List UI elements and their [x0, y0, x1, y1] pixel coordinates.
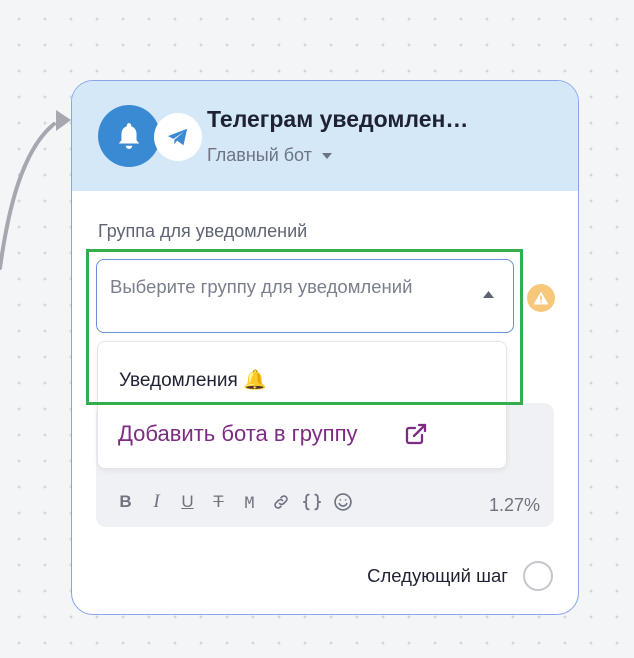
- warning-icon: [527, 284, 555, 312]
- external-link-icon: [405, 423, 427, 445]
- next-step-connector[interactable]: [523, 561, 553, 591]
- group-select-placeholder: Выберите группу для уведомлений: [110, 276, 413, 297]
- italic-button[interactable]: I: [141, 491, 172, 513]
- char-count: 1.27%: [488, 495, 540, 515]
- group-dropdown: Уведомления 🔔 Добавить бота в группу: [97, 341, 507, 469]
- node-title: Телеграм уведомлен…: [207, 106, 469, 132]
- telegram-icon: [154, 113, 202, 161]
- group-select[interactable]: Выберите группу для уведомлений: [96, 259, 514, 333]
- chevron-down-icon: [321, 152, 332, 159]
- add-bot-to-group-link[interactable]: Добавить бота в группу: [98, 414, 506, 468]
- underline-button[interactable]: U: [172, 492, 203, 512]
- add-bot-label: Добавить бота в группу: [118, 421, 358, 446]
- bot-name: Главный бот: [207, 145, 312, 165]
- connection-line: [0, 110, 71, 270]
- code-braces-icon[interactable]: [296, 493, 327, 511]
- emoji-icon[interactable]: [327, 492, 358, 512]
- monospace-button[interactable]: M: [234, 493, 265, 512]
- node-header: Телеграм уведомлен… Главный бот: [72, 81, 578, 191]
- dropdown-option-label: Уведомления 🔔: [119, 370, 267, 391]
- bell-icon: [98, 105, 160, 167]
- strikethrough-button[interactable]: T: [203, 492, 234, 512]
- telegram-notification-node[interactable]: Телеграм уведомлен… Главный бот Группа д…: [71, 80, 579, 615]
- dropdown-option-notifications[interactable]: Уведомления 🔔: [98, 342, 506, 414]
- next-step-label: Следующий шаг: [367, 565, 508, 586]
- format-toolbar: B I U T M: [110, 491, 358, 513]
- link-icon[interactable]: [265, 493, 296, 511]
- group-field-label: Группа для уведомлений: [98, 221, 308, 241]
- bot-selector[interactable]: Главный бот: [207, 145, 332, 166]
- chevron-up-icon: [483, 291, 494, 298]
- bold-button[interactable]: B: [110, 492, 141, 512]
